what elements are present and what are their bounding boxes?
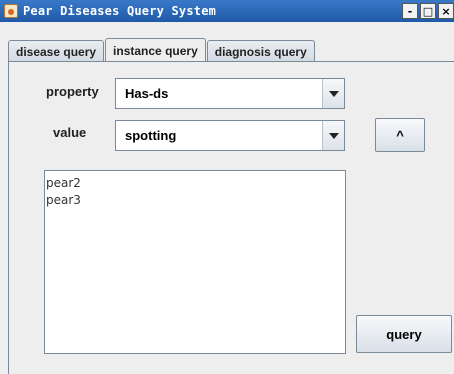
caret-button[interactable]: ^ xyxy=(375,118,425,152)
chevron-down-icon xyxy=(328,90,339,97)
value-label: value xyxy=(53,125,87,140)
close-button[interactable]: × xyxy=(438,3,454,19)
tab-disease-query[interactable]: disease query xyxy=(8,40,105,62)
maximize-button[interactable]: □ xyxy=(420,3,436,19)
tab-instance-query[interactable]: instance query xyxy=(105,38,206,62)
results-list[interactable]: pear2 pear3 xyxy=(44,170,346,354)
window-controls: - □ × xyxy=(400,3,454,19)
window-title: Pear Diseases Query System xyxy=(23,4,217,18)
value-selected-value: spotting xyxy=(125,128,177,143)
property-dropdown-button[interactable] xyxy=(322,79,344,108)
property-label: property xyxy=(46,84,99,99)
tab-diagnosis-query[interactable]: diagnosis query xyxy=(206,40,315,62)
list-item[interactable]: pear2 xyxy=(46,175,344,192)
title-bar[interactable]: Pear Diseases Query System - □ × xyxy=(0,0,454,22)
property-selected-value: Has-ds xyxy=(125,86,169,101)
chevron-down-icon xyxy=(328,132,339,139)
value-dropdown-button[interactable] xyxy=(322,121,344,150)
query-button[interactable]: query xyxy=(356,315,452,353)
app-window: Pear Diseases Query System - □ × disease… xyxy=(0,0,454,374)
tab-strip: disease query instance query diagnosis q… xyxy=(8,38,316,62)
minimize-button[interactable]: - xyxy=(402,3,418,19)
property-select[interactable]: Has-ds xyxy=(115,78,345,109)
list-item[interactable]: pear3 xyxy=(46,192,344,209)
java-cup-icon xyxy=(4,4,18,18)
value-select[interactable]: spotting xyxy=(115,120,345,151)
